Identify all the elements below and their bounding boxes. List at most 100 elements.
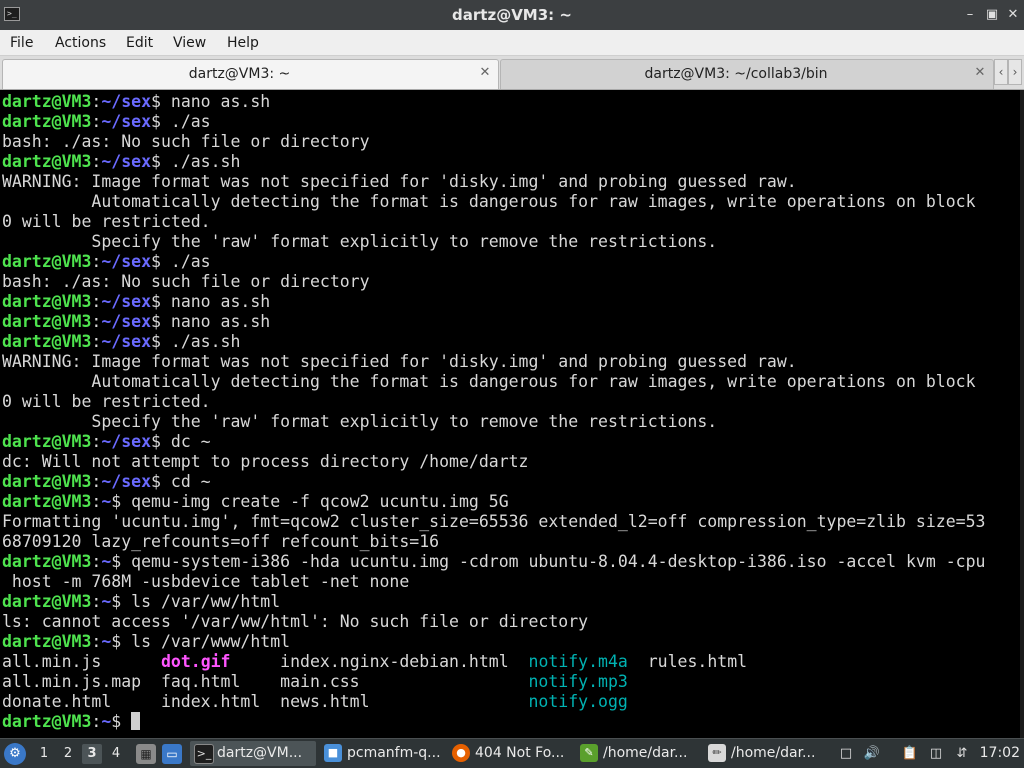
terminal-text: $ ls /var/ww/html	[111, 592, 281, 611]
tab-collab3-bin[interactable]: dartz@VM3: ~/collab3/bin ✕	[500, 59, 994, 89]
terminal-text: bash: ./as: No such file or directory	[2, 132, 370, 151]
volume-icon[interactable]: 🔊	[862, 744, 882, 764]
terminal-text: dc: Will not attempt to process director…	[2, 452, 529, 471]
terminal-line: all.min.js.map faq.html main.css notify.…	[2, 672, 628, 692]
terminal-text: $	[111, 712, 132, 731]
terminal-line: donate.html index.html news.html notify.…	[2, 692, 628, 712]
tab-close-icon[interactable]: ✕	[478, 66, 492, 80]
task-firefox[interactable]: ● 404 Not Fo...	[448, 741, 572, 766]
terminal-scrollbar[interactable]	[1020, 90, 1024, 738]
menu-actions[interactable]: Actions	[55, 30, 106, 56]
prompt-user: dartz@VM3	[2, 292, 92, 311]
display-icon[interactable]: ◫	[926, 744, 946, 764]
terminal-line: dartz@VM3:~/sex$ ./as.sh	[2, 332, 240, 352]
terminal-line: Automatically detecting the format is da…	[2, 192, 975, 212]
show-desktop-icon[interactable]: ▦	[136, 744, 156, 764]
prompt-path: ~/sex	[101, 292, 152, 311]
terminal-output[interactable]: dartz@VM3:~/sex$ nano as.sh dartz@VM3:~/s…	[0, 90, 1024, 738]
folder-icon: ■	[324, 744, 342, 762]
window-switcher-icon[interactable]: ▭	[162, 744, 182, 764]
firefox-icon: ●	[452, 744, 470, 762]
workspace-3[interactable]: 3	[82, 744, 102, 764]
terminal-text: :	[91, 152, 102, 171]
workspace-4[interactable]: 4	[106, 744, 126, 764]
task-text-editor[interactable]: ✎ /home/dar...	[576, 741, 700, 766]
terminal-text: Automatically detecting the format is da…	[2, 372, 976, 391]
terminal-line: host -m 768M -usbdevice tablet -net none	[2, 572, 409, 592]
prompt-path: ~/sex	[101, 472, 152, 491]
prompt-user: dartz@VM3	[2, 312, 92, 331]
terminal-line: dartz@VM3:~/sex$ nano as.sh	[2, 92, 270, 112]
clock: 17:02	[979, 745, 1020, 761]
tab-scroll-left-icon[interactable]: ‹	[994, 59, 1008, 85]
workspace-2[interactable]: 2	[58, 744, 78, 764]
terminal-text: Formatting 'ucuntu.img', fmt=qcow2 clust…	[2, 512, 986, 531]
notepad-icon: ✏	[708, 744, 726, 762]
prompt-path: ~	[101, 712, 112, 731]
prompt-path: ~/sex	[101, 112, 152, 131]
terminal-line: 0 will be restricted.	[2, 212, 211, 232]
menu-view[interactable]: View	[173, 30, 206, 56]
terminal-text: :	[91, 92, 102, 111]
workspace-1[interactable]: 1	[34, 744, 54, 764]
tab-scroll-right-icon[interactable]: ›	[1008, 59, 1022, 85]
terminal-text: $ nano as.sh	[151, 92, 271, 111]
terminal-line: Specify the 'raw' format explicitly to r…	[2, 232, 717, 252]
terminal-text: rules.html	[627, 652, 748, 671]
terminal-line: dartz@VM3:~$ qemu-img create -f qcow2 uc…	[2, 492, 509, 512]
prompt-path: ~/sex	[101, 432, 152, 451]
text-cursor	[131, 712, 141, 730]
tab-home[interactable]: dartz@VM3: ~ ✕	[2, 59, 499, 89]
terminal-line: dartz@VM3:~/sex$ nano as.sh	[2, 312, 270, 332]
prompt-user: dartz@VM3	[2, 432, 92, 451]
prompt-path: ~	[101, 552, 112, 571]
close-window-icon[interactable]: ✕	[1005, 7, 1021, 23]
terminal-text: $ ./as.sh	[151, 332, 241, 351]
terminal-line: dartz@VM3:~$ qemu-system-i386 -hda ucunt…	[2, 552, 985, 572]
start-menu-icon[interactable]: ⚙	[4, 743, 26, 765]
text-editor-icon: ✎	[580, 744, 598, 762]
task-label: dartz@VM...	[217, 745, 303, 761]
terminal-text: donate.html index.html news.html	[2, 692, 529, 711]
terminal-line: dartz@VM3:~/sex$ ./as	[2, 252, 211, 272]
tab-close-icon[interactable]: ✕	[973, 66, 987, 80]
terminal-text: notify.m4a	[528, 652, 628, 671]
terminal-text: :	[91, 332, 102, 351]
terminal-line: dartz@VM3:~$ ls /var/www/html	[2, 632, 290, 652]
prompt-user: dartz@VM3	[2, 492, 92, 511]
task-notepad[interactable]: ✏ /home/dar...	[704, 741, 828, 766]
menu-file[interactable]: File	[10, 30, 33, 56]
terminal-line: 0 will be restricted.	[2, 392, 211, 412]
terminal-line: Automatically detecting the format is da…	[2, 372, 976, 392]
terminal-text: $ cd ~	[151, 472, 211, 491]
prompt-path: ~/sex	[101, 152, 152, 171]
tray-window-icon[interactable]: □	[836, 744, 856, 764]
menu-edit[interactable]: Edit	[126, 30, 153, 56]
clipboard-icon[interactable]: 📋	[900, 744, 920, 764]
maximize-icon[interactable]: ▣	[984, 7, 1000, 23]
prompt-user: dartz@VM3	[2, 92, 92, 111]
task-label: pcmanfm-q...	[347, 745, 441, 761]
terminal-text: $ ./as	[151, 112, 211, 131]
terminal-text: :	[91, 472, 102, 491]
terminal-line: WARNING: Image format was not specified …	[2, 172, 797, 192]
tab-label: dartz@VM3: ~/collab3/bin	[644, 66, 828, 82]
terminal-text: Specify the 'raw' format explicitly to r…	[2, 412, 718, 431]
terminal-text: $ qemu-img create -f qcow2 ucuntu.img 5G	[111, 492, 509, 511]
task-terminal[interactable]: >_ dartz@VM...	[190, 741, 316, 766]
prompt-user: dartz@VM3	[2, 252, 92, 271]
window-titlebar[interactable]: >_ dartz@VM3: ~ – ▣ ✕	[0, 0, 1024, 30]
terminal-text: index.nginx-debian.html	[230, 652, 529, 671]
task-pcmanfm[interactable]: ■ pcmanfm-q...	[320, 741, 444, 766]
task-label: /home/dar...	[603, 745, 688, 761]
terminal-line: all.min.js dot.gif index.nginx-debian.ht…	[2, 652, 747, 672]
network-icon[interactable]: ⇵	[952, 744, 972, 764]
minimize-icon[interactable]: –	[962, 7, 978, 23]
prompt-user: dartz@VM3	[2, 592, 92, 611]
terminal-text: $ qemu-system-i386 -hda ucuntu.img -cdro…	[111, 552, 986, 571]
terminal-text: $ nano as.sh	[151, 292, 271, 311]
terminal-text: :	[91, 492, 102, 511]
menu-help[interactable]: Help	[227, 30, 259, 56]
prompt-user: dartz@VM3	[2, 152, 92, 171]
terminal-line: dartz@VM3:~/sex$ nano as.sh	[2, 292, 270, 312]
